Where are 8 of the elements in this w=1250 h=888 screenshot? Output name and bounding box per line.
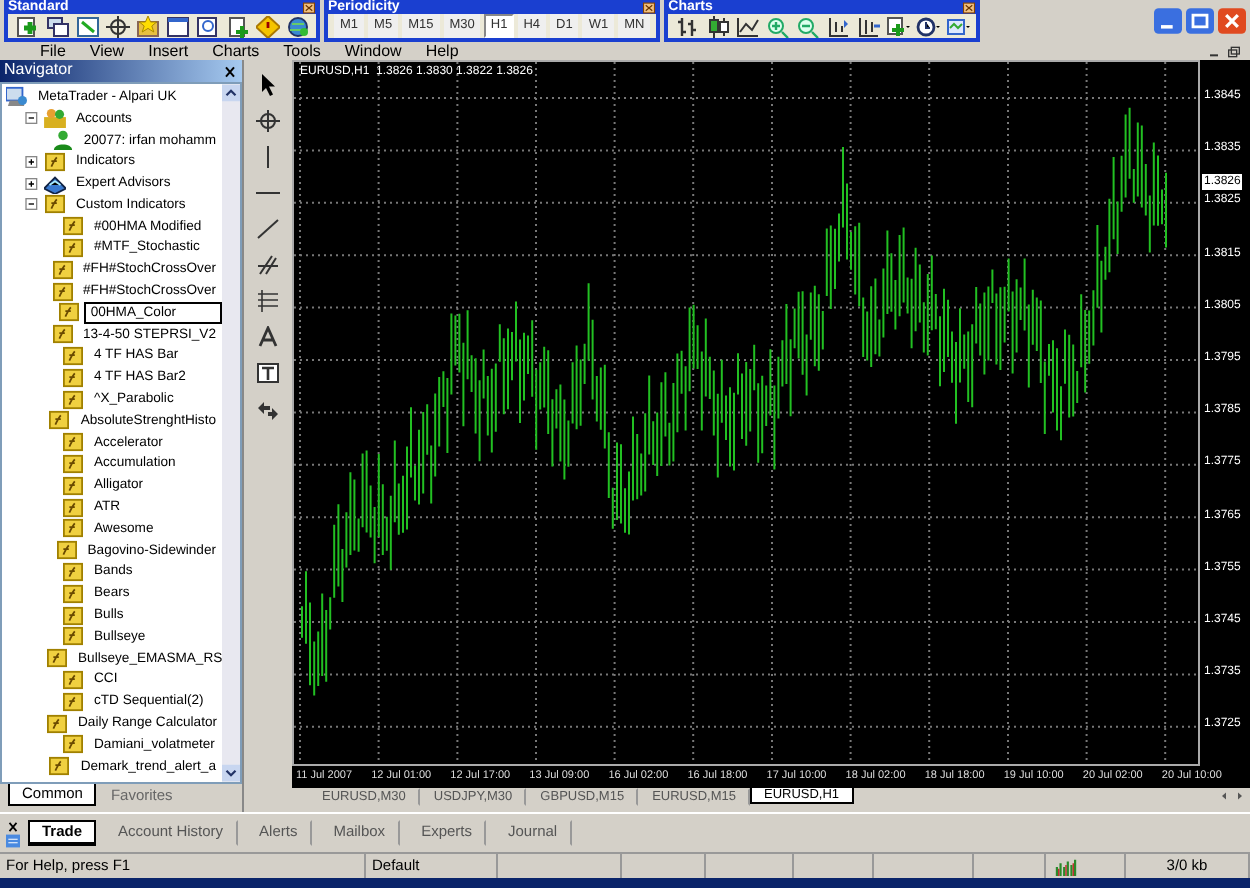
menu-item[interactable]: File <box>40 42 66 60</box>
menu-item[interactable]: Charts <box>212 42 260 60</box>
menu-item[interactable]: Tools <box>283 42 321 60</box>
panel-title: Navigator <box>4 62 73 80</box>
menu-item[interactable]: Insert <box>148 42 189 60</box>
menu-item[interactable]: Window <box>344 42 402 60</box>
menu-item[interactable]: View <box>89 42 125 60</box>
menu-item[interactable]: Help <box>425 42 459 60</box>
